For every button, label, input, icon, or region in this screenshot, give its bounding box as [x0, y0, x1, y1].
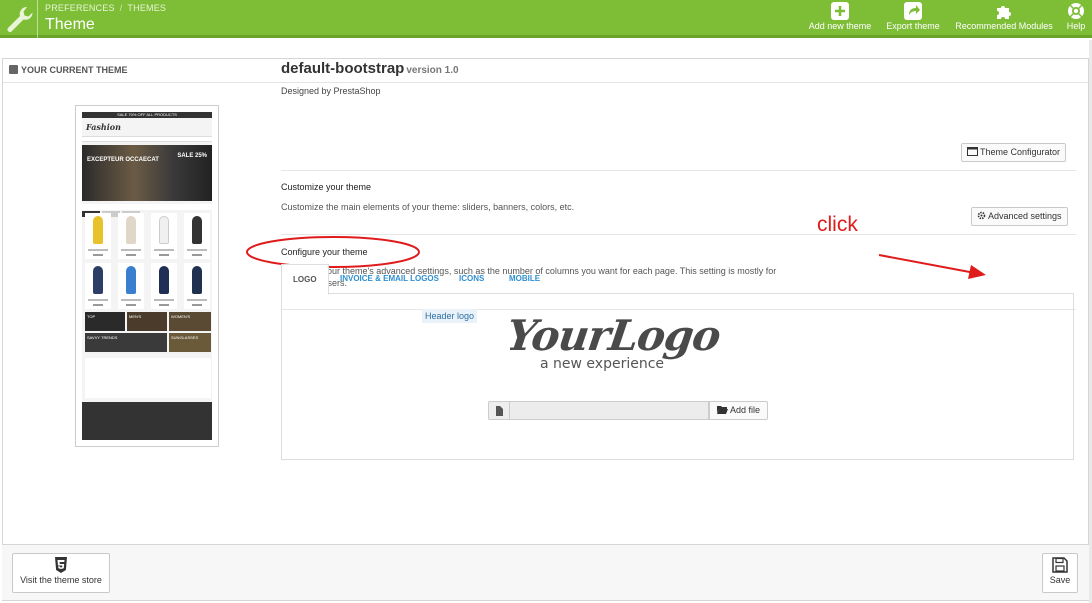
preview-logo: Fashion	[86, 122, 121, 132]
tab-logo[interactable]: LOGO	[281, 264, 329, 295]
configure-title: Configure your theme	[281, 247, 368, 257]
plus-icon	[831, 2, 849, 20]
theme-preview-image: SALE 70% OFF ALL PRODUCTS Fashion EXCEPT…	[75, 105, 219, 447]
svg-text:YourLogo: YourLogo	[510, 312, 720, 360]
visit-theme-store-label: Visit the theme store	[20, 575, 102, 585]
theme-name-text: default-bootstrap	[281, 60, 405, 77]
preview-sale-text: SALE 25%	[177, 153, 207, 159]
file-name-input[interactable]	[510, 401, 709, 420]
preview-banner-text: EXCEPTEUR OCCAECAT	[87, 157, 159, 163]
html5-icon	[55, 557, 67, 573]
theme-version: version 1.0	[406, 65, 459, 76]
tab-mobile[interactable]: MOBILE	[498, 264, 551, 295]
save-label: Save	[1049, 575, 1071, 585]
preview-nav	[82, 136, 212, 142]
preview-categories: TOP MEN'S WOMEN'S SAVVY TRENDS SUNGLASSE…	[85, 312, 211, 352]
divider	[281, 234, 1076, 235]
export-theme-button[interactable]: Export theme	[884, 2, 942, 36]
export-theme-label: Export theme	[886, 21, 940, 31]
gear-icon	[977, 211, 986, 220]
recommended-modules-label: Recommended Modules	[955, 21, 1053, 31]
theme-configurator-button[interactable]: Theme Configurator	[961, 143, 1067, 162]
breadcrumb-themes[interactable]: THEMES	[127, 3, 166, 13]
header-logo-label: Header logo	[422, 309, 478, 323]
help-label: Help	[1066, 21, 1086, 31]
help-button[interactable]: Help	[1064, 2, 1088, 36]
theme-configurator-label: Theme Configurator	[980, 147, 1061, 157]
breadcrumb: PREFERENCES / THEMES	[45, 3, 167, 13]
desktop-icon	[967, 147, 978, 156]
recommended-modules-button[interactable]: Recommended Modules	[952, 2, 1056, 36]
preview-banner: EXCEPTEUR OCCAECAT SALE 25%	[82, 145, 212, 201]
title-divider	[37, 0, 38, 38]
panel-heading-label: YOUR CURRENT THEME	[21, 65, 128, 75]
click-annotation-label: click	[817, 213, 858, 236]
file-icon	[488, 401, 510, 420]
preview-info-block	[85, 358, 211, 398]
visit-theme-store-button[interactable]: Visit the theme store	[12, 553, 110, 593]
lifebuoy-icon	[1068, 3, 1084, 19]
share-icon	[904, 2, 922, 20]
add-new-theme-button[interactable]: Add new theme	[806, 2, 874, 36]
add-file-label: Add file	[730, 405, 761, 415]
header-logo-upload: Add file	[488, 401, 769, 420]
breadcrumb-preferences[interactable]: PREFERENCES	[45, 3, 115, 13]
panel-footer: Visit the theme store Save	[2, 544, 1089, 600]
page-title: Theme	[45, 16, 95, 33]
divider	[281, 170, 1076, 171]
svg-text:a new experience: a new experience	[540, 356, 664, 372]
html5-icon	[9, 65, 18, 74]
customize-description: Customize the main elements of your them…	[281, 202, 575, 212]
your-logo-image: YourLogo a new experience	[510, 312, 720, 372]
header-bar: PREFERENCES / THEMES Theme Add new theme E…	[0, 0, 1092, 38]
tab-invoice-email-logos[interactable]: INVOICE & EMAIL LOGOS	[329, 264, 450, 295]
advanced-settings-button[interactable]: Advanced settings	[971, 207, 1068, 226]
customize-title: Customize your theme	[281, 182, 372, 192]
logo-tab-pane: Header logo YourLogo a new experience Ad…	[281, 294, 1074, 460]
folder-open-icon	[717, 406, 728, 414]
logo-tabs: LOGO INVOICE & EMAIL LOGOS ICONS MOBILE	[281, 264, 1074, 295]
puzzle-icon	[997, 6, 1011, 19]
designed-by: Designed by PrestaShop	[281, 86, 381, 96]
save-button[interactable]: Save	[1042, 553, 1078, 593]
wrench-icon	[7, 6, 33, 32]
add-new-theme-label: Add new theme	[808, 21, 872, 31]
preview-top-banner: SALE 70% OFF ALL PRODUCTS	[82, 112, 212, 118]
advanced-settings-label: Advanced settings	[988, 211, 1062, 221]
tab-icons[interactable]: ICONS	[448, 264, 495, 295]
save-icon	[1052, 557, 1068, 573]
theme-name: default-bootstrap version 1.0	[281, 60, 459, 77]
preview-footer	[82, 402, 212, 440]
add-file-button[interactable]: Add file	[709, 401, 769, 420]
panel-heading: YOUR CURRENT THEME	[3, 59, 1088, 83]
preview-tabs	[82, 204, 212, 217]
